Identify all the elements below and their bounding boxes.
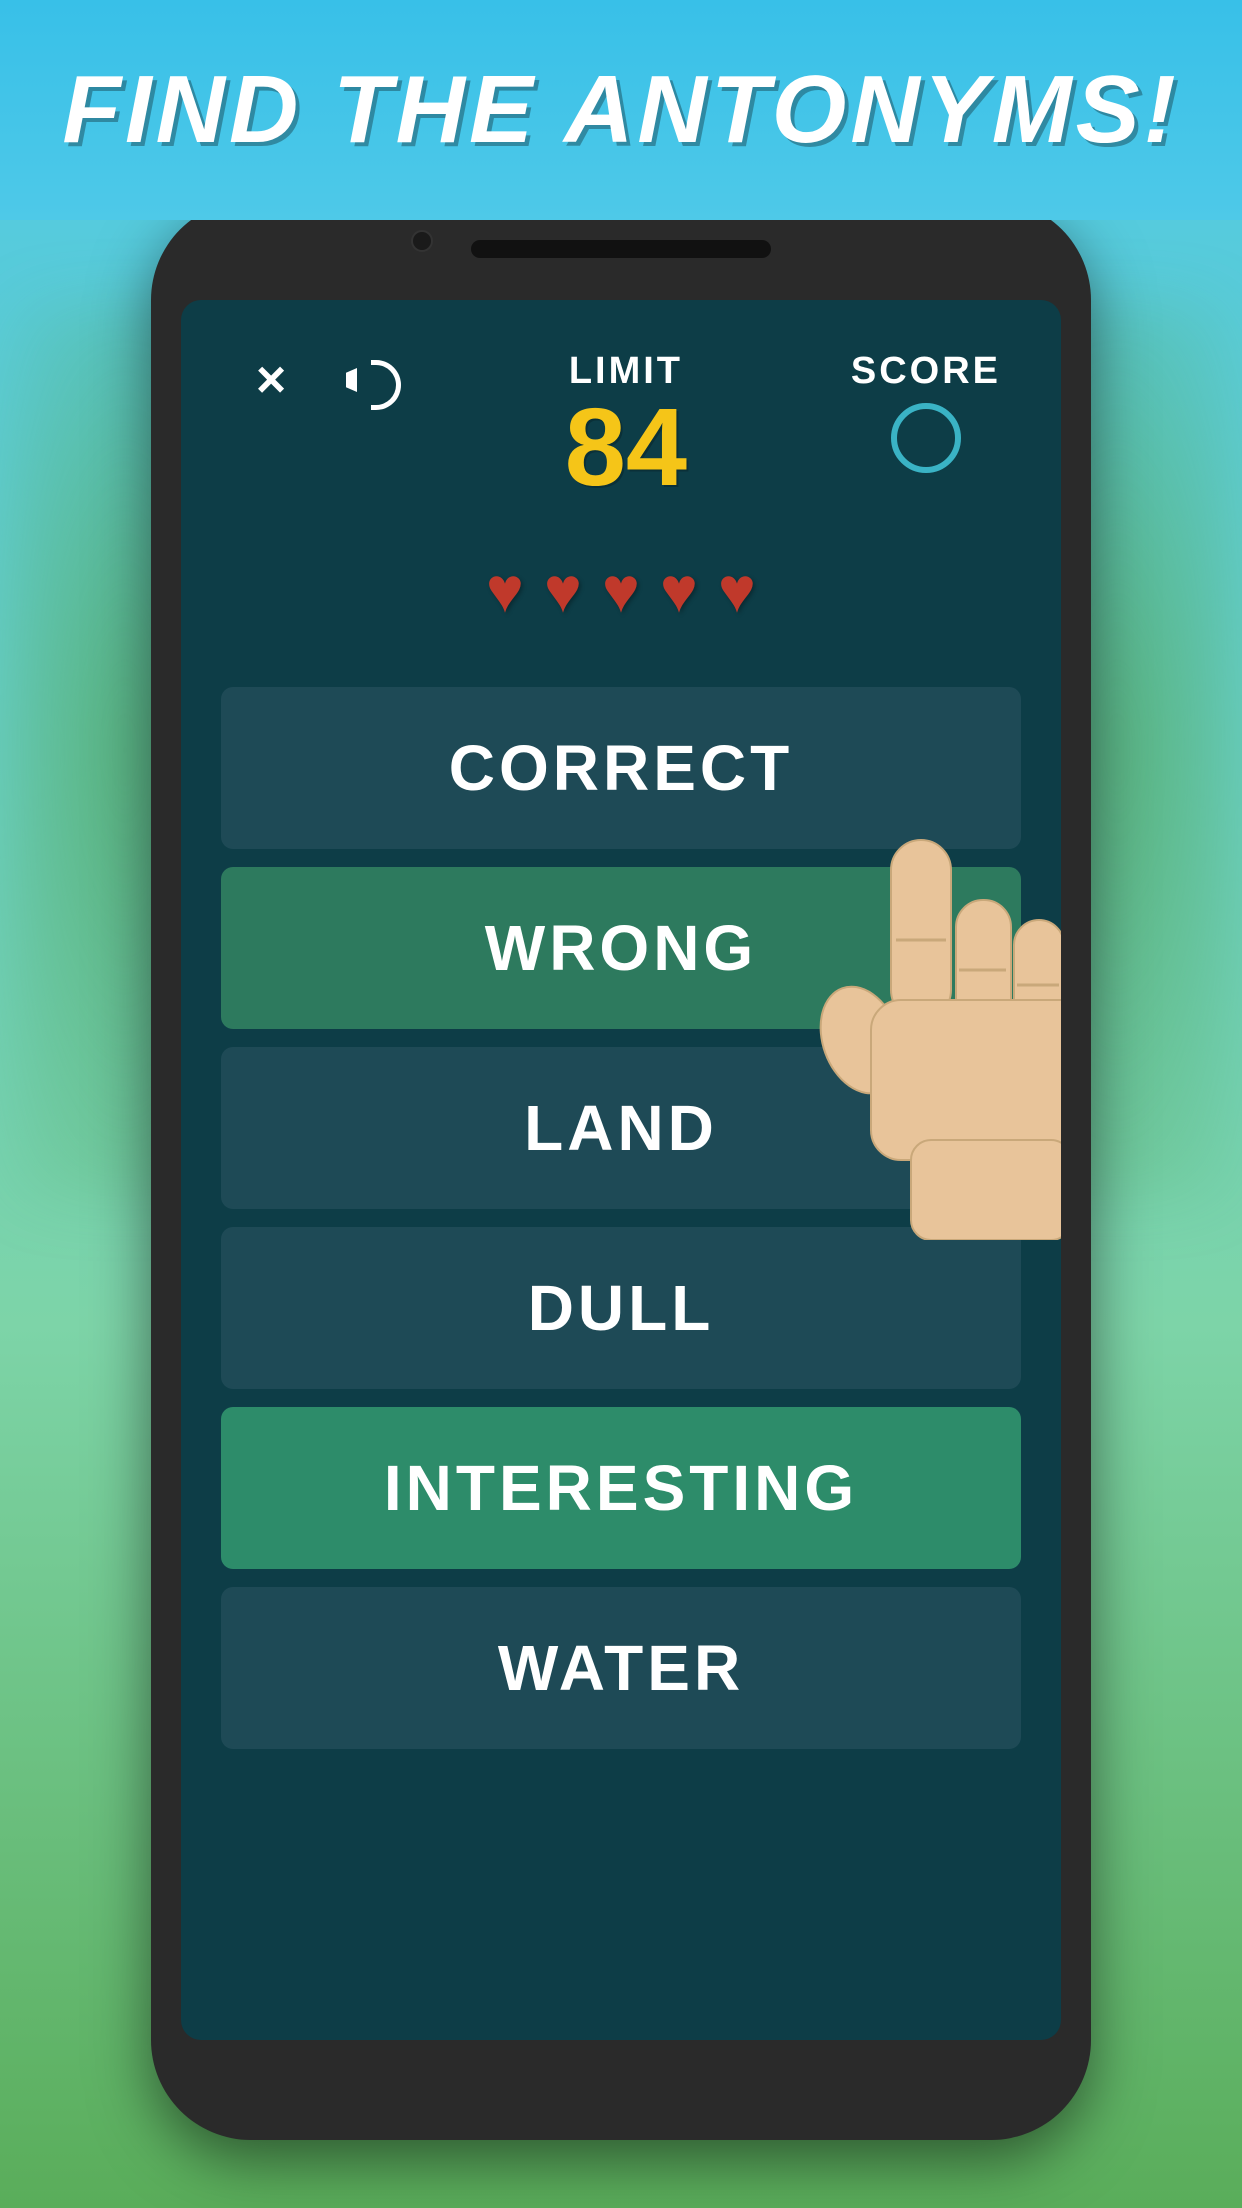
game-header: × LIMIT 84 SCORE [181, 300, 1061, 533]
answer-button-water[interactable]: WATER [221, 1587, 1021, 1749]
header-left: × [241, 350, 401, 410]
limit-value: 84 [565, 393, 687, 503]
close-button[interactable]: × [241, 350, 301, 410]
answer-button-wrong[interactable]: WRONG [221, 867, 1021, 1029]
heart-5: ♥ [718, 553, 756, 627]
sound-button[interactable] [341, 350, 401, 410]
answer-button-interesting[interactable]: INTERESTING [221, 1407, 1021, 1569]
phone-top-bar [471, 240, 771, 258]
answers-container: CORRECT WRONG LAND DULL INTERESTING WATE… [181, 687, 1061, 1749]
limit-section: LIMIT 84 [565, 350, 687, 503]
phone-screen: × LIMIT 84 SCORE ♥ ♥ ♥ ♥ ♥ [181, 300, 1061, 2040]
close-icon: × [256, 350, 286, 410]
score-circle [891, 403, 961, 473]
hearts-row: ♥ ♥ ♥ ♥ ♥ [181, 553, 1061, 627]
score-label: SCORE [851, 350, 1001, 393]
sound-icon [346, 360, 396, 400]
heart-1: ♥ [486, 553, 524, 627]
score-section: SCORE [851, 350, 1001, 473]
heart-3: ♥ [602, 553, 640, 627]
heart-2: ♥ [544, 553, 582, 627]
answer-button-land[interactable]: LAND [221, 1047, 1021, 1209]
answer-button-correct[interactable]: CORRECT [221, 687, 1021, 849]
game-title: FIND THE ANTONYMS! [62, 55, 1179, 165]
title-area: FIND THE ANTONYMS! [0, 0, 1242, 220]
heart-4: ♥ [660, 553, 698, 627]
answer-button-dull[interactable]: DULL [221, 1227, 1021, 1389]
phone-camera [411, 230, 433, 252]
phone-frame: × LIMIT 84 SCORE ♥ ♥ ♥ ♥ ♥ [151, 200, 1091, 2140]
